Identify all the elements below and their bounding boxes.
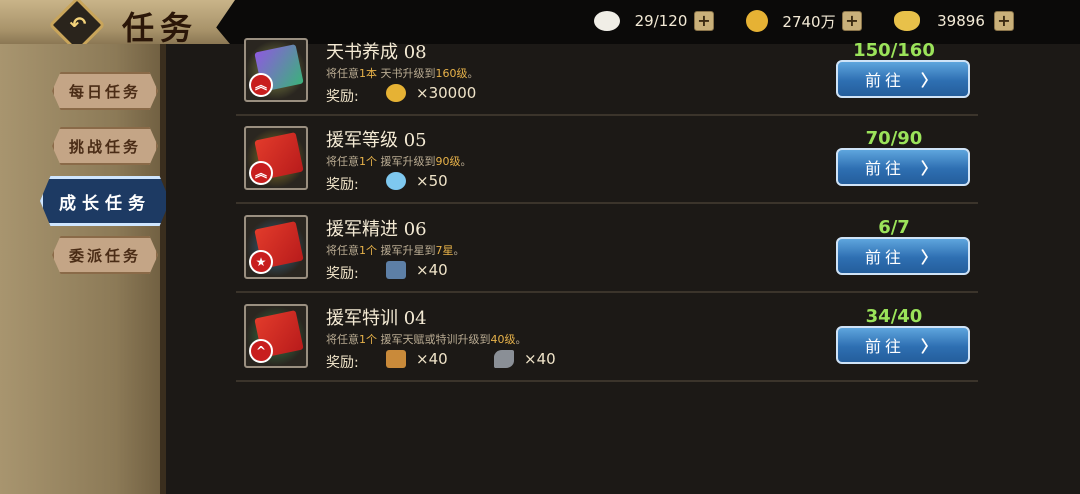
task-row: ^ 援军特训 04 将任意1个 援军天赋或特训升级到40级。 奖励: ×40 ×… — [236, 294, 978, 382]
go-button[interactable]: 前往〉 — [836, 148, 970, 186]
title-banner — [0, 0, 235, 50]
chevron-right-icon: 〉 — [921, 159, 942, 178]
horse-icon — [494, 350, 514, 368]
tab-delegate[interactable]: 委派任务 — [52, 236, 158, 274]
sky-book-icon: ︽ — [244, 38, 308, 102]
task-description: 将任意1本 天书升级到160级。 — [326, 67, 479, 80]
upgrade-badge-icon: ︽ — [249, 161, 273, 185]
chevron-right-icon: 〉 — [921, 248, 942, 267]
coin-icon — [386, 84, 406, 102]
reward-item: ×40 — [386, 350, 448, 368]
reinforcement-flag-icon: ^ — [244, 304, 308, 368]
go-button[interactable]: 前往〉 — [836, 60, 970, 98]
reward-quantity: ×40 — [416, 261, 448, 279]
reward-item: ×50 — [386, 172, 448, 190]
task-name: 援军特训 04 — [326, 308, 427, 329]
star-badge-icon: ★ — [249, 250, 273, 274]
add-ingots-button[interactable]: + — [994, 11, 1014, 31]
task-progress: 6/7 — [878, 217, 910, 238]
reward-quantity: ×30000 — [416, 84, 477, 102]
go-button[interactable]: 前往〉 — [836, 237, 970, 275]
reward-quantity: ×40 — [416, 350, 448, 368]
reward-label: 奖励: — [326, 89, 359, 105]
reward-quantity: ×40 — [524, 350, 556, 368]
upgrade-badge-icon: ︽ — [249, 73, 273, 97]
reinforcement-flag-icon: ★ — [244, 215, 308, 279]
task-name: 援军精进 06 — [326, 219, 427, 240]
soldier-icon — [386, 261, 406, 279]
task-progress: 150/160 — [853, 40, 935, 61]
crystal-orb-icon — [386, 172, 406, 190]
tab-challenge[interactable]: 挑战任务 — [52, 127, 158, 165]
reinforcement-flag-icon: ︽ — [244, 126, 308, 190]
supply-box-icon — [386, 350, 406, 368]
reward-label: 奖励: — [326, 177, 359, 193]
task-progress: 70/90 — [865, 128, 923, 149]
task-row: ︽ 援军等级 05 将任意1个 援军升级到90级。 奖励: ×50 70/90 … — [236, 116, 978, 204]
chevron-right-icon: 〉 — [921, 71, 942, 90]
task-name: 援军等级 05 — [326, 130, 427, 151]
task-row: ︽ 天书养成 08 将任意1本 天书升级到160级。 奖励: ×30000 15… — [236, 28, 978, 116]
task-row: ★ 援军精进 06 将任意1个 援军升星到7星。 奖励: ×40 6/7 前往〉 — [236, 205, 978, 293]
back-arrow-icon[interactable]: ↶ — [65, 11, 91, 37]
reward-item: ×30000 — [386, 84, 476, 102]
go-button[interactable]: 前往〉 — [836, 326, 970, 364]
reward-label: 奖励: — [326, 355, 359, 371]
reward-item: ×40 — [494, 350, 556, 368]
reward-label: 奖励: — [326, 266, 359, 282]
train-badge-icon: ^ — [249, 339, 273, 363]
task-progress: 34/40 — [865, 306, 923, 327]
chevron-right-icon: 〉 — [921, 337, 942, 356]
page-title: 任务 — [122, 9, 199, 47]
task-description: 将任意1个 援军升星到7星。 — [326, 244, 465, 257]
reward-item: ×40 — [386, 261, 448, 279]
task-description: 将任意1个 援军升级到90级。 — [326, 155, 472, 168]
task-name: 天书养成 08 — [326, 42, 427, 63]
tab-daily[interactable]: 每日任务 — [52, 72, 158, 110]
task-description: 将任意1个 援军天赋或特训升级到40级。 — [326, 333, 527, 346]
task-list: ︽ 天书养成 08 将任意1本 天书升级到160级。 奖励: ×30000 15… — [166, 38, 1080, 494]
reward-quantity: ×50 — [416, 172, 448, 190]
tab-growth[interactable]: 成长任务 — [40, 176, 170, 226]
